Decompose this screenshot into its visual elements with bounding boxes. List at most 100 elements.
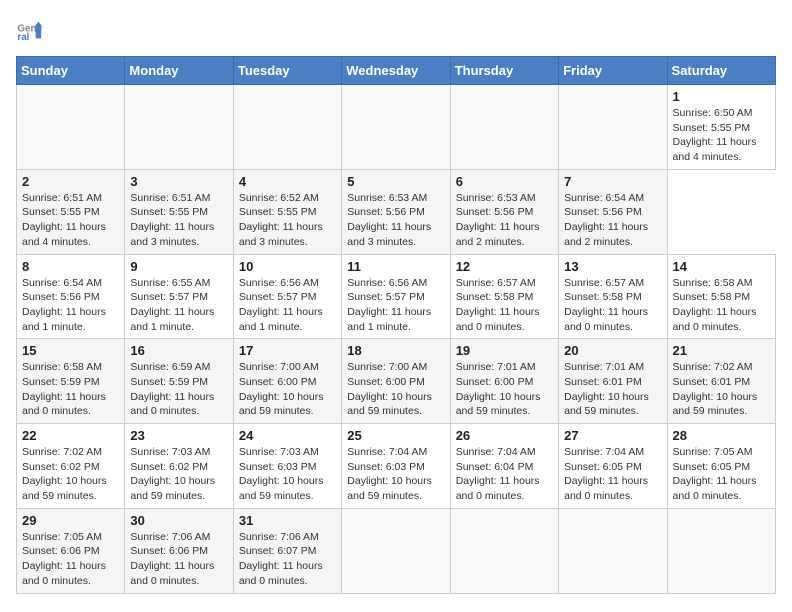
day-cell: 7 Sunrise: 6:54 AMSunset: 5:56 PMDaylight… xyxy=(559,169,667,254)
day-info: Sunrise: 7:03 AMSunset: 6:02 PMDaylight:… xyxy=(130,445,227,504)
empty-day-cell xyxy=(342,85,450,170)
day-cell: 14Sunrise: 6:58 AMSunset: 5:58 PMDayligh… xyxy=(667,254,775,339)
day-cell: 20Sunrise: 7:01 AMSunset: 6:01 PMDayligh… xyxy=(559,339,667,424)
day-cell: 25 Sunrise: 7:04 AMSunset: 6:03 PMDayligh… xyxy=(342,424,450,509)
day-info: Sunrise: 7:04 AMSunset: 6:05 PMDaylight:… xyxy=(564,445,661,504)
day-info: Sunrise: 7:00 AMSunset: 6:00 PMDaylight:… xyxy=(347,360,444,419)
day-number: 1 xyxy=(673,89,770,104)
calendar-week-row: 1 Sunrise: 6:50 AMSunset: 5:55 PMDaylight… xyxy=(17,85,776,170)
day-info: Sunrise: 6:55 AMSunset: 5:57 PMDaylight:… xyxy=(130,276,227,335)
column-header-sunday: Sunday xyxy=(17,57,125,85)
day-number: 28 xyxy=(673,428,770,443)
day-number: 8 xyxy=(22,259,119,274)
day-info: Sunrise: 6:58 AMSunset: 5:59 PMDaylight:… xyxy=(22,360,119,419)
day-cell: 30 Sunrise: 7:06 AMSunset: 6:06 PMDayligh… xyxy=(125,508,233,593)
day-cell: 9 Sunrise: 6:55 AMSunset: 5:57 PMDaylight… xyxy=(125,254,233,339)
empty-day-cell xyxy=(342,508,450,593)
day-info: Sunrise: 7:04 AMSunset: 6:04 PMDaylight:… xyxy=(456,445,553,504)
day-info: Sunrise: 6:56 AMSunset: 5:57 PMDaylight:… xyxy=(239,276,336,335)
svg-text:ral: ral xyxy=(17,32,29,43)
day-number: 30 xyxy=(130,513,227,528)
day-number: 5 xyxy=(347,174,444,189)
day-info: Sunrise: 6:52 AMSunset: 5:55 PMDaylight:… xyxy=(239,191,336,250)
day-cell: 31Sunrise: 7:06 AMSunset: 6:07 PMDayligh… xyxy=(233,508,341,593)
empty-day-cell xyxy=(450,85,558,170)
day-number: 14 xyxy=(673,259,770,274)
day-cell: 22Sunrise: 7:02 AMSunset: 6:02 PMDayligh… xyxy=(17,424,125,509)
column-header-monday: Monday xyxy=(125,57,233,85)
day-info: Sunrise: 6:50 AMSunset: 5:55 PMDaylight:… xyxy=(673,106,770,165)
empty-day-cell xyxy=(559,508,667,593)
day-cell: 16Sunrise: 6:59 AMSunset: 5:59 PMDayligh… xyxy=(125,339,233,424)
day-number: 18 xyxy=(347,343,444,358)
day-number: 9 xyxy=(130,259,227,274)
day-number: 17 xyxy=(239,343,336,358)
day-cell: 8Sunrise: 6:54 AMSunset: 5:56 PMDaylight… xyxy=(17,254,125,339)
day-info: Sunrise: 6:51 AMSunset: 5:55 PMDaylight:… xyxy=(22,191,119,250)
day-number: 10 xyxy=(239,259,336,274)
day-info: Sunrise: 7:04 AMSunset: 6:03 PMDaylight:… xyxy=(347,445,444,504)
day-number: 12 xyxy=(456,259,553,274)
day-cell: 5Sunrise: 6:53 AMSunset: 5:56 PMDaylight… xyxy=(342,169,450,254)
day-number: 21 xyxy=(673,343,770,358)
empty-day-cell xyxy=(559,85,667,170)
calendar-table: SundayMondayTuesdayWednesdayThursdayFrid… xyxy=(16,56,776,594)
day-info: Sunrise: 6:56 AMSunset: 5:57 PMDaylight:… xyxy=(347,276,444,335)
day-number: 7 xyxy=(564,174,661,189)
day-number: 25 xyxy=(347,428,444,443)
empty-day-cell xyxy=(450,508,558,593)
calendar-week-row: 8Sunrise: 6:54 AMSunset: 5:56 PMDaylight… xyxy=(17,254,776,339)
day-number: 13 xyxy=(564,259,661,274)
day-number: 6 xyxy=(456,174,553,189)
day-cell: 4Sunrise: 6:52 AMSunset: 5:55 PMDaylight… xyxy=(233,169,341,254)
day-number: 24 xyxy=(239,428,336,443)
calendar-week-row: 22Sunrise: 7:02 AMSunset: 6:02 PMDayligh… xyxy=(17,424,776,509)
day-info: Sunrise: 7:02 AMSunset: 6:01 PMDaylight:… xyxy=(673,360,770,419)
day-cell: 29 Sunrise: 7:05 AMSunset: 6:06 PMDayligh… xyxy=(17,508,125,593)
day-cell: 27Sunrise: 7:04 AMSunset: 6:05 PMDayligh… xyxy=(559,424,667,509)
day-info: Sunrise: 7:03 AMSunset: 6:03 PMDaylight:… xyxy=(239,445,336,504)
day-cell: 2Sunrise: 6:51 AMSunset: 5:55 PMDaylight… xyxy=(17,169,125,254)
day-info: Sunrise: 7:01 AMSunset: 6:00 PMDaylight:… xyxy=(456,360,553,419)
day-number: 26 xyxy=(456,428,553,443)
empty-day-cell xyxy=(17,85,125,170)
day-info: Sunrise: 7:00 AMSunset: 6:00 PMDaylight:… xyxy=(239,360,336,419)
day-number: 29 xyxy=(22,513,119,528)
column-header-saturday: Saturday xyxy=(667,57,775,85)
page-header: Gene ral xyxy=(16,16,776,44)
day-number: 19 xyxy=(456,343,553,358)
day-info: Sunrise: 7:06 AMSunset: 6:06 PMDaylight:… xyxy=(130,530,227,589)
column-header-friday: Friday xyxy=(559,57,667,85)
column-header-thursday: Thursday xyxy=(450,57,558,85)
calendar-header-row: SundayMondayTuesdayWednesdayThursdayFrid… xyxy=(17,57,776,85)
day-number: 20 xyxy=(564,343,661,358)
day-cell: 28 Sunrise: 7:05 AMSunset: 6:05 PMDayligh… xyxy=(667,424,775,509)
day-cell: 13 Sunrise: 6:57 AMSunset: 5:58 PMDayligh… xyxy=(559,254,667,339)
day-info: Sunrise: 7:05 AMSunset: 6:06 PMDaylight:… xyxy=(22,530,119,589)
day-number: 15 xyxy=(22,343,119,358)
day-number: 23 xyxy=(130,428,227,443)
day-cell: 19 Sunrise: 7:01 AMSunset: 6:00 PMDayligh… xyxy=(450,339,558,424)
day-number: 16 xyxy=(130,343,227,358)
day-number: 11 xyxy=(347,259,444,274)
day-info: Sunrise: 7:05 AMSunset: 6:05 PMDaylight:… xyxy=(673,445,770,504)
day-info: Sunrise: 6:57 AMSunset: 5:58 PMDaylight:… xyxy=(456,276,553,335)
day-cell: 10 Sunrise: 6:56 AMSunset: 5:57 PMDayligh… xyxy=(233,254,341,339)
day-number: 22 xyxy=(22,428,119,443)
day-cell: 24 Sunrise: 7:03 AMSunset: 6:03 PMDayligh… xyxy=(233,424,341,509)
calendar-week-row: 29 Sunrise: 7:05 AMSunset: 6:06 PMDayligh… xyxy=(17,508,776,593)
day-cell: 26 Sunrise: 7:04 AMSunset: 6:04 PMDayligh… xyxy=(450,424,558,509)
day-info: Sunrise: 6:57 AMSunset: 5:58 PMDaylight:… xyxy=(564,276,661,335)
day-cell: 6 Sunrise: 6:53 AMSunset: 5:56 PMDaylight… xyxy=(450,169,558,254)
day-number: 31 xyxy=(239,513,336,528)
empty-day-cell xyxy=(125,85,233,170)
day-cell: 12 Sunrise: 6:57 AMSunset: 5:58 PMDayligh… xyxy=(450,254,558,339)
empty-day-cell xyxy=(667,508,775,593)
day-cell: 18 Sunrise: 7:00 AMSunset: 6:00 PMDayligh… xyxy=(342,339,450,424)
day-info: Sunrise: 6:53 AMSunset: 5:56 PMDaylight:… xyxy=(456,191,553,250)
day-cell: 21 Sunrise: 7:02 AMSunset: 6:01 PMDayligh… xyxy=(667,339,775,424)
empty-day-cell xyxy=(233,85,341,170)
calendar-week-row: 15 Sunrise: 6:58 AMSunset: 5:59 PMDayligh… xyxy=(17,339,776,424)
logo-icon: Gene ral xyxy=(16,16,44,44)
day-info: Sunrise: 6:54 AMSunset: 5:56 PMDaylight:… xyxy=(564,191,661,250)
